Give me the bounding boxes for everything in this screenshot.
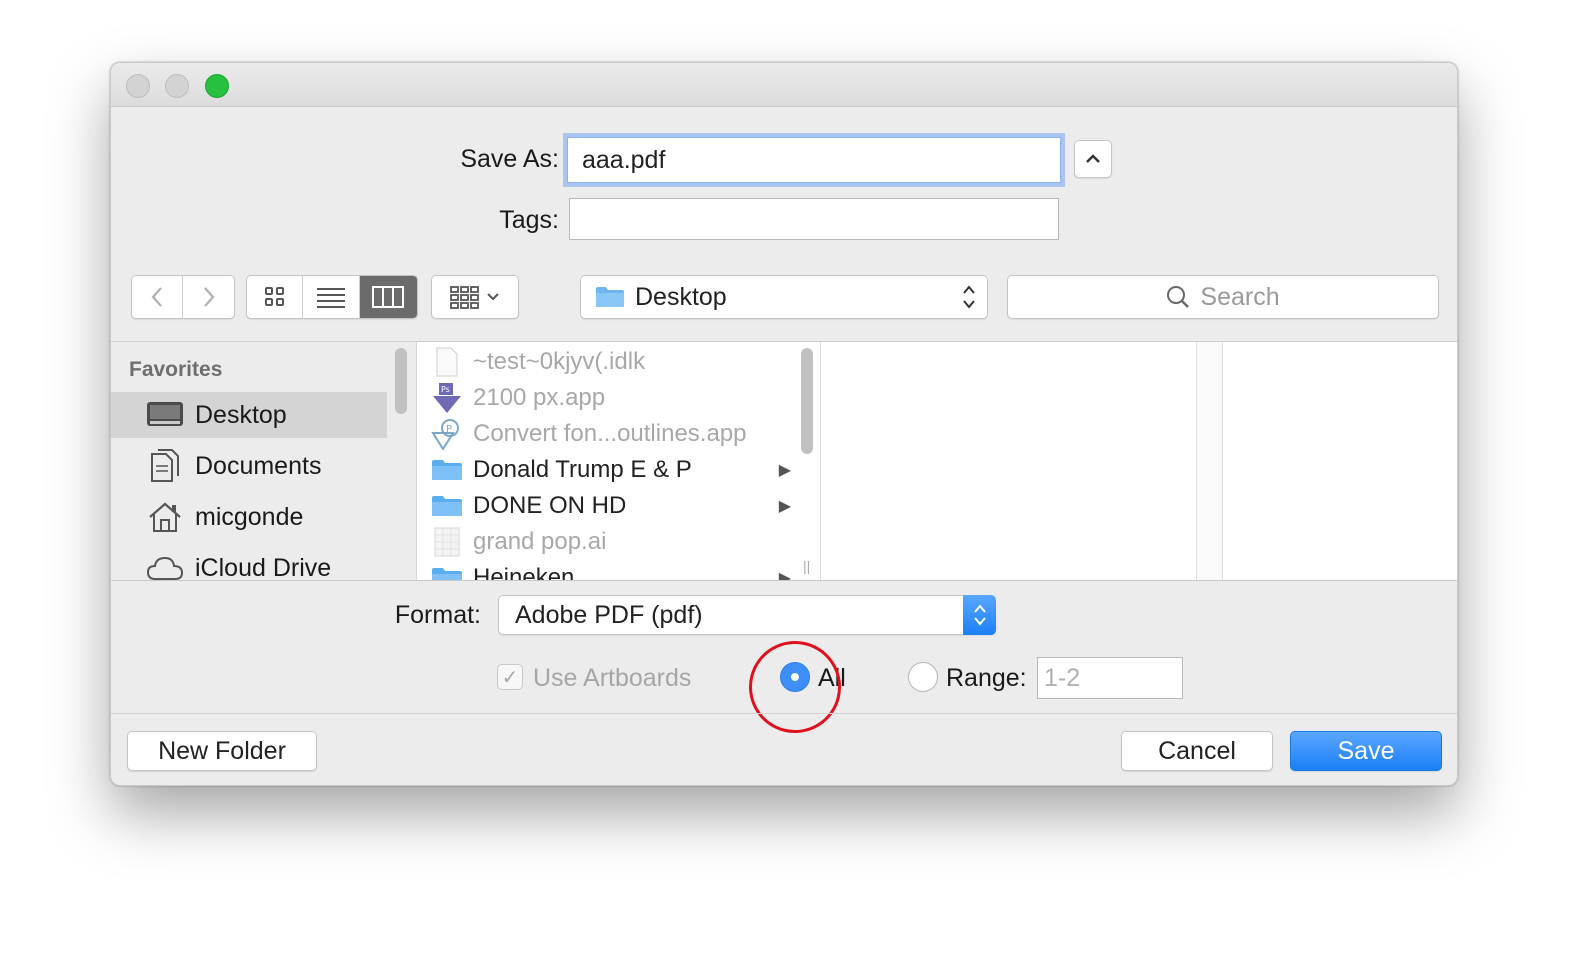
list-item[interactable]: DONE ON HD ▶ [417,488,793,524]
ai-file-icon [434,527,460,557]
folder-icon [432,568,462,580]
empty-column [1197,342,1223,580]
document-icon [436,347,458,377]
range-input[interactable]: 1-2 [1037,657,1183,699]
list-item[interactable]: grand pop.ai [417,524,793,560]
divider [111,713,1457,714]
annotation-circle [743,635,847,739]
chevron-right-icon [203,287,214,307]
photoshop-droplet-icon: Ps [433,383,461,413]
file-name: Donald Trump E & P [473,456,692,483]
sidebar-item-desktop[interactable]: Desktop [111,392,387,438]
checkmark-icon: ✓ [501,666,519,689]
file-name: ~test~0kjyv(.idlk [473,348,646,375]
zoom-button[interactable] [205,74,229,98]
back-button[interactable] [132,276,183,318]
save-as-value: aaa.pdf [582,145,666,174]
list-item[interactable]: Ps 2100 px.app [417,380,793,416]
sidebar-item-documents[interactable]: Documents [111,443,387,489]
arrange-icon [450,286,479,309]
list-view-icon [317,288,346,308]
list-view-button[interactable] [303,276,360,318]
desktop-icon [147,402,183,426]
preview-column [821,342,1197,580]
svg-text:Ps: Ps [441,385,450,394]
icon-view-button[interactable] [247,276,304,318]
file-name: grand pop.ai [473,528,607,555]
column-view-icon [372,286,405,308]
up-down-arrows-icon [973,604,986,626]
tags-input[interactable] [569,198,1059,240]
sidebar-scrollbar[interactable] [395,348,407,414]
column-view-button[interactable] [359,276,417,318]
minimize-button[interactable] [165,74,189,98]
tags-label: Tags: [499,206,559,234]
save-button[interactable]: Save [1290,731,1442,771]
use-artboards-label: Use Artboards [533,664,692,692]
documents-icon [151,449,179,482]
search-icon [1167,286,1190,308]
expand-toggle-button[interactable] [1074,140,1112,178]
range-radio[interactable] [908,662,938,692]
file-browser: Favorites Desktop Documents micgonde iCl… [111,341,1457,581]
file-name: 2100 px.app [473,384,606,411]
file-column: ~test~0kjyv(.idlk Ps 2100 px.app P Conve… [417,342,821,580]
sidebar: Favorites Desktop Documents micgonde iCl… [111,342,417,580]
up-down-arrows-icon [963,285,975,309]
location-popup[interactable]: Desktop [580,275,988,319]
view-mode-control [246,275,418,319]
sidebar-item-icloud-drive[interactable]: iCloud Drive [111,545,387,580]
file-name: Heineken [473,564,575,580]
save-dialog: Save As: aaa.pdf Tags: Desktop Search Fa… [110,62,1458,786]
save-as-label: Save As: [460,145,559,173]
save-as-input[interactable]: aaa.pdf [567,137,1061,183]
arrange-menu-content [432,276,518,318]
forward-button[interactable] [183,276,234,318]
cloud-icon [146,556,184,580]
list-item[interactable]: ~test~0kjyv(.idlk [417,344,793,380]
grid-view-icon [264,287,284,306]
home-icon [149,502,181,532]
file-column-scrollbar[interactable] [801,348,813,454]
illustrator-droplet-icon: P [431,419,459,450]
file-name: DONE ON HD [473,492,627,519]
format-value: Adobe PDF (pdf) [515,600,703,629]
cancel-button[interactable]: Cancel [1121,731,1273,771]
file-name: Convert fon...outlines.app [473,420,747,447]
disclosure-arrow-icon: ▶ [778,462,791,479]
folder-icon [432,460,462,480]
list-item[interactable]: Donald Trump E & P ▶ [417,452,793,488]
folder-icon [596,287,624,307]
chevron-up-icon [1086,154,1100,163]
use-artboards-checkbox[interactable]: ✓ [497,664,523,690]
format-popup[interactable]: Adobe PDF (pdf) [498,595,996,635]
format-label: Format: [394,601,481,629]
format-popup-arrows [963,595,996,635]
back-forward-control [131,275,235,319]
new-folder-button[interactable]: New Folder [127,731,317,771]
sidebar-heading: Favorites [129,358,223,381]
folder-icon [432,496,462,516]
chevron-down-icon [487,293,499,301]
sidebar-item-label: Desktop [195,400,287,429]
sidebar-item-label: iCloud Drive [195,553,332,581]
chevron-left-icon [151,287,162,307]
close-button[interactable] [126,74,150,98]
search-field[interactable]: Search [1007,275,1439,319]
sidebar-item-label: Documents [195,451,322,480]
sidebar-item-label: micgonde [195,502,304,531]
sidebar-item-micgonde[interactable]: micgonde [111,494,387,540]
range-label: Range: [946,664,1027,692]
list-item[interactable]: Heineken ▶ [417,560,793,580]
list-item[interactable]: P Convert fon...outlines.app [417,416,793,452]
location-value: Desktop [635,282,727,311]
column-resize-handle[interactable]: || [803,558,810,574]
arrange-menu-button[interactable] [431,275,519,319]
search-placeholder: Search [1200,282,1280,311]
disclosure-arrow-icon: ▶ [778,498,791,515]
disclosure-arrow-icon: ▶ [778,570,791,580]
range-value: 1-2 [1044,663,1081,692]
title-bar [111,63,1457,107]
